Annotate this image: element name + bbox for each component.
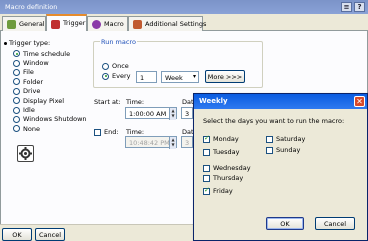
- radio-time-schedule[interactable]: [13, 50, 20, 58]
- general-icon: [7, 20, 16, 29]
- trigger-type-label: Trigger type:: [4, 39, 50, 47]
- weekly-dialog-titlebar: Weekly ✕: [194, 94, 367, 109]
- start-at-label: Start at:: [94, 98, 121, 106]
- radio-window[interactable]: [13, 59, 20, 67]
- trigger-option-windows-shutdown[interactable]: Windows Shutdown: [13, 115, 87, 124]
- tab-general-label: General: [19, 20, 45, 28]
- wrench-icon: [133, 20, 142, 29]
- trigger-icon: [51, 20, 60, 29]
- checkbox-wednesday[interactable]: [203, 164, 210, 172]
- start-time-label: Time:: [126, 98, 145, 106]
- day-wednesday[interactable]: Wednesday: [203, 164, 251, 172]
- radio-windows-shutdown[interactable]: [13, 115, 20, 123]
- checkbox-saturday[interactable]: [266, 135, 273, 143]
- start-time-spinner[interactable]: ▲ ▼: [169, 108, 176, 120]
- tab-general[interactable]: General: [2, 16, 46, 31]
- macro-icon: [92, 20, 101, 29]
- radio-file[interactable]: [13, 68, 20, 76]
- start-date-label: Dat: [182, 98, 194, 106]
- end-time-spinner: ▲ ▼: [169, 137, 176, 149]
- end-date-input: 3: [181, 136, 193, 148]
- radio-display-pixel[interactable]: [13, 97, 20, 105]
- cancel-button[interactable]: Cancel: [35, 228, 65, 241]
- trigger-option-file[interactable]: File: [13, 68, 87, 77]
- end-time-input: 10:48:42 PM ▲ ▼: [125, 136, 177, 149]
- help-button[interactable]: ?: [354, 2, 365, 12]
- weekly-ok-button[interactable]: OK: [266, 217, 304, 230]
- end-time-label: Time:: [126, 128, 145, 136]
- run-every-option[interactable]: Every: [102, 72, 130, 80]
- weekly-dialog: Weekly ✕ Select the days you want to run…: [193, 93, 368, 241]
- checkbox-friday[interactable]: [203, 186, 210, 195]
- tab-macro[interactable]: Macro: [87, 16, 128, 31]
- window-menu-button[interactable]: ≡: [341, 2, 352, 12]
- end-option[interactable]: End:: [94, 128, 119, 136]
- radio-drive[interactable]: [13, 87, 20, 95]
- day-thursday[interactable]: Thursday: [203, 174, 243, 182]
- app-logo-icon: [17, 145, 34, 162]
- start-time-input[interactable]: 1:00:00 AM ▲ ▼: [125, 107, 177, 120]
- period-select[interactable]: Week ▾: [161, 71, 199, 83]
- radio-every[interactable]: [102, 72, 109, 80]
- window-titlebar: Macro definition ≡ ?: [0, 0, 368, 14]
- trigger-option-idle[interactable]: Idle: [13, 105, 87, 114]
- start-date-input[interactable]: 3: [181, 107, 193, 119]
- tab-strip: General Trigger Macro Additional Setting…: [0, 14, 368, 32]
- trigger-option-folder[interactable]: Folder: [13, 77, 87, 86]
- tab-trigger-label: Trigger: [63, 19, 86, 27]
- day-tuesday[interactable]: Tuesday: [203, 148, 239, 156]
- weekly-dialog-prompt: Select the days you want to run the macr…: [203, 117, 345, 125]
- radio-idle[interactable]: [13, 106, 20, 114]
- end-date-label: Dat: [182, 128, 194, 136]
- trigger-option-window[interactable]: Window: [13, 58, 87, 67]
- weekly-dialog-title: Weekly: [199, 97, 228, 105]
- tab-additional-settings-label: Additional Settings: [145, 20, 207, 28]
- window-title: Macro definition: [5, 3, 58, 11]
- checkbox-monday[interactable]: [203, 134, 210, 143]
- chevron-down-icon: ▾: [192, 73, 196, 80]
- run-once-option[interactable]: Once: [102, 62, 129, 70]
- end-checkbox[interactable]: [94, 128, 101, 136]
- trigger-option-time-schedule[interactable]: Time schedule: [13, 49, 87, 58]
- day-monday[interactable]: Monday: [203, 134, 239, 143]
- day-saturday[interactable]: Saturday: [266, 135, 305, 143]
- radio-folder[interactable]: [13, 78, 20, 86]
- tab-trigger[interactable]: Trigger: [46, 14, 87, 32]
- radio-none[interactable]: [13, 125, 20, 133]
- checkbox-thursday[interactable]: [203, 174, 210, 182]
- run-macro-group-label: Run macro: [100, 38, 137, 46]
- every-count-input[interactable]: 1: [136, 71, 157, 83]
- checkbox-tuesday[interactable]: [203, 148, 210, 156]
- trigger-option-display-pixel[interactable]: Display Pixel: [13, 96, 87, 105]
- day-friday[interactable]: Friday: [203, 186, 233, 195]
- trigger-type-list: Time schedule Window File Folder Drive D…: [13, 49, 87, 134]
- tab-macro-label: Macro: [104, 20, 124, 28]
- checkbox-sunday[interactable]: [266, 146, 273, 154]
- ok-button[interactable]: OK: [2, 228, 32, 241]
- day-sunday[interactable]: Sunday: [266, 146, 300, 154]
- weekly-cancel-button[interactable]: Cancel: [315, 217, 355, 230]
- close-icon[interactable]: ✕: [354, 96, 365, 107]
- trigger-option-none[interactable]: None: [13, 124, 87, 133]
- more-button[interactable]: More >>>: [205, 70, 245, 83]
- trigger-option-drive[interactable]: Drive: [13, 87, 87, 96]
- radio-once[interactable]: [102, 62, 109, 70]
- tab-additional-settings[interactable]: Additional Settings: [128, 16, 207, 31]
